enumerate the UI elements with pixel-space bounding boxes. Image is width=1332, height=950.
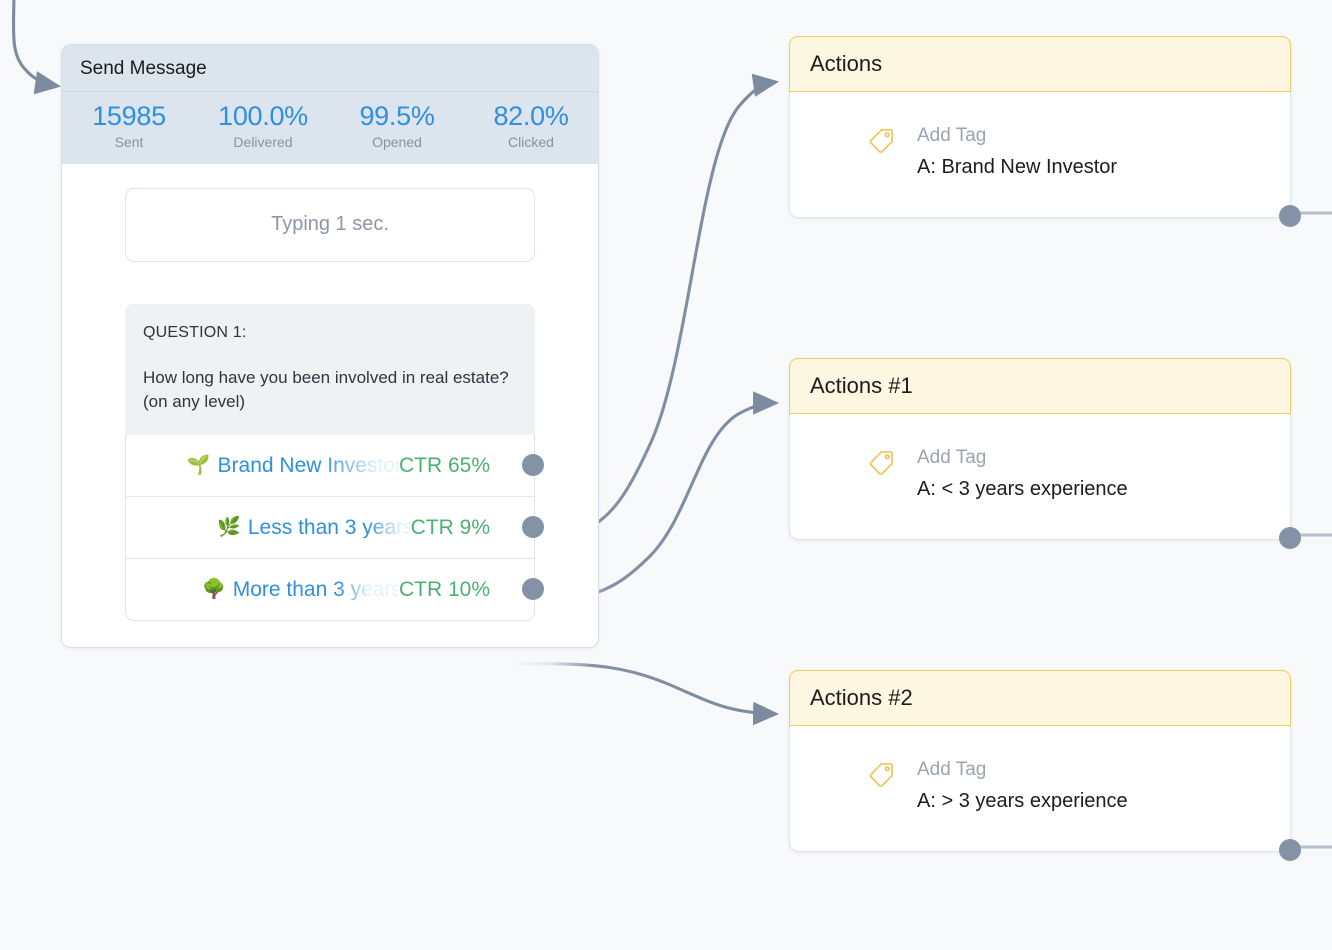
send-message-stats: 15985 Sent 100.0% Delivered 99.5% Opened…: [62, 92, 598, 164]
seedling-emoji: 🌱: [186, 454, 211, 476]
actions-node-body: Add Tag A: > 3 years experience: [790, 726, 1290, 851]
send-message-node[interactable]: Send Message 15985 Sent 100.0% Delivered…: [61, 44, 599, 648]
stat-opened-value: 99.5%: [359, 101, 435, 131]
stat-sent-value: 15985: [92, 101, 166, 131]
tag-icon: [869, 451, 893, 476]
stat-clicked-value: 82.0%: [493, 101, 569, 131]
answer-label: More than 3 years: [232, 577, 402, 601]
stat-sent-label: Sent: [114, 133, 144, 150]
typing-delay-label: Typing 1 sec.: [271, 213, 389, 236]
action-text-group: Add Tag A: > 3 years experience: [917, 760, 1128, 811]
typing-delay-block[interactable]: Typing 1 sec.: [125, 187, 535, 262]
stat-delivered-value: 100.0%: [218, 101, 308, 131]
actions-node-title: Actions #1: [810, 373, 913, 398]
node-output-dot[interactable]: [1279, 205, 1301, 227]
answer-row[interactable]: 🌿 Less than 3 years CTR 9%: [126, 495, 544, 558]
stat-delivered: 100.0% Delivered: [196, 101, 330, 151]
action-text-group: Add Tag A: Brand New Investor: [917, 126, 1117, 177]
send-message-header[interactable]: Send Message: [62, 45, 598, 92]
actions-node-header[interactable]: Actions: [789, 36, 1291, 92]
stat-clicked-label: Clicked: [508, 133, 554, 150]
actions-node[interactable]: Actions #1 Add Tag A: < 3 years experien…: [789, 358, 1301, 549]
action-kind-label: Add Tag: [917, 759, 987, 780]
send-message-body: Typing 1 sec. QUESTION 1: How long have …: [62, 163, 598, 647]
answer-ctr-badge: CTR 10%: [397, 577, 490, 601]
answer-content: 🌱 Brand New Investor CTR 65%: [186, 453, 490, 477]
wire-answer-3-to-actions-2: [515, 662, 780, 726]
action-kind-label: Add Tag: [917, 125, 987, 146]
stat-opened: 99.5% Opened: [330, 101, 464, 151]
actions-node[interactable]: Actions #2 Add Tag A: > 3 years experien…: [789, 670, 1301, 861]
stat-opened-label: Opened: [372, 133, 422, 150]
stat-clicked: 82.0% Clicked: [464, 101, 598, 151]
tag-icon: [869, 129, 893, 154]
tag-icon: [869, 763, 893, 788]
answer-content: 🌿 Less than 3 years CTR 9%: [217, 515, 490, 539]
answer-output-dot[interactable]: [522, 578, 544, 601]
answer-label: Less than 3 years: [247, 515, 414, 539]
answer-row[interactable]: 🌳 More than 3 years CTR 10%: [126, 557, 544, 620]
answer-row[interactable]: 🌱 Brand New Investor CTR 65%: [126, 435, 544, 496]
actions-node-body: Add Tag A: Brand New Investor: [790, 92, 1290, 217]
node-output-dot[interactable]: [1279, 839, 1301, 861]
answer-ctr-badge: CTR 9%: [409, 515, 490, 539]
action-value-label: A: Brand New Investor: [917, 156, 1118, 178]
question-label: QUESTION 1:: [143, 323, 247, 341]
answer-list: 🌱 Brand New Investor CTR 65% 🌿 Less than…: [125, 434, 544, 621]
actions-node-body: Add Tag A: < 3 years experience: [790, 414, 1290, 539]
actions-node-title: Actions #2: [810, 685, 913, 710]
answer-content: 🌳 More than 3 years CTR 10%: [202, 577, 490, 601]
node-output-dot[interactable]: [1279, 527, 1301, 549]
actions-node-header[interactable]: Actions #2: [789, 670, 1291, 726]
stat-sent: 15985 Sent: [62, 101, 196, 151]
actions-node-header[interactable]: Actions #1: [789, 358, 1291, 414]
actions-node-title: Actions: [810, 51, 883, 76]
question-block[interactable]: QUESTION 1: How long have you been invol…: [125, 303, 535, 435]
answer-ctr-badge: CTR 65%: [397, 453, 490, 477]
herb-emoji: 🌿: [217, 516, 241, 538]
tree-emoji: 🌳: [202, 578, 226, 600]
flow-canvas[interactable]: Send Message 15985 Sent 100.0% Delivered…: [0, 0, 1332, 950]
answer-output-dot[interactable]: [522, 516, 544, 539]
actions-node[interactable]: Actions Add Tag A: Brand New Investor: [789, 36, 1301, 227]
action-text-group: Add Tag A: < 3 years experience: [917, 448, 1128, 499]
question-text: How long have you been involved in real …: [143, 367, 509, 412]
action-value-label: A: > 3 years experience: [917, 790, 1128, 812]
action-kind-label: Add Tag: [917, 447, 987, 468]
stat-delivered-label: Delivered: [233, 133, 293, 150]
answer-output-dot[interactable]: [522, 454, 544, 477]
action-value-label: A: < 3 years experience: [917, 478, 1128, 500]
answer-label: Brand New Investor: [217, 453, 402, 477]
wire-inbound: [11, 0, 62, 95]
send-message-title: Send Message: [80, 58, 207, 79]
